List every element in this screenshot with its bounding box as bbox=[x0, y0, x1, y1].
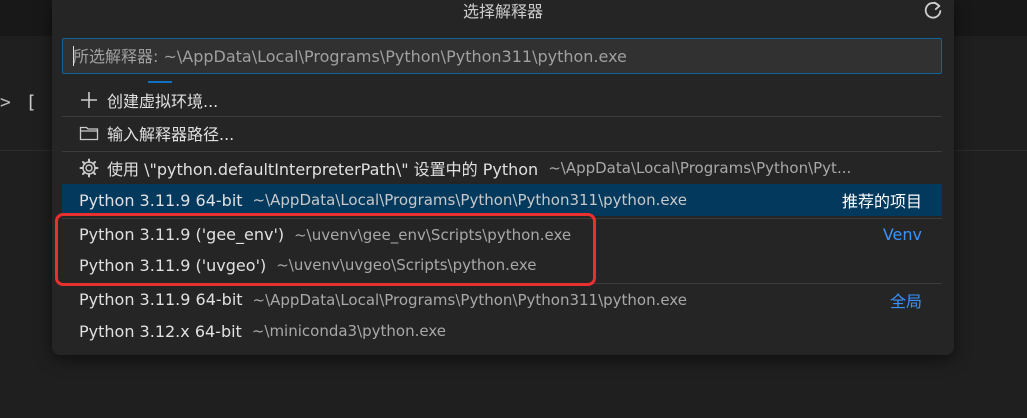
item-description: ~\AppData\Local\Programs\Python\Python31… bbox=[252, 290, 687, 309]
item-label: Python 3.11.9 64-bit bbox=[79, 190, 243, 210]
item-label: 创建虚拟环境... bbox=[107, 92, 219, 111]
item-description: ~\AppData\Local\Programs\Python\Pyt... bbox=[548, 158, 852, 177]
item-description: ~\uvenv\uvgeo\Scripts\python.exe bbox=[276, 256, 537, 274]
plus-icon bbox=[81, 92, 97, 108]
interpreter-item-recommended[interactable]: Python 3.11.9 64-bit ~\AppData\Local\Pro… bbox=[62, 184, 942, 216]
quick-pick-title: 选择解释器 bbox=[462, 2, 543, 21]
interpreter-item-uvgeo[interactable]: Python 3.11.9 ('uvgeo') ~\uvenv\uvgeo\Sc… bbox=[62, 249, 942, 281]
item-label: Python 3.11.9 ('gee_env') bbox=[79, 225, 285, 244]
refresh-icon[interactable] bbox=[922, 0, 944, 22]
item-description: ~\AppData\Local\Programs\Python\Python31… bbox=[252, 191, 687, 209]
default-interpreter-setting-item[interactable]: 使用 \"python.defaultInterpreterPath\" 设置中… bbox=[62, 151, 942, 183]
folder-icon bbox=[79, 126, 99, 140]
item-label: 使用 \"python.defaultInterpreterPath\" 设置中… bbox=[107, 159, 539, 179]
interpreter-quick-pick: 选择解释器 创建虚拟环境... 输入解释器路径... 使用 \"python.d… bbox=[52, 0, 954, 355]
enter-interpreter-path-item[interactable]: 输入解释器路径... bbox=[62, 116, 942, 148]
item-label: Python 3.11.9 64-bit bbox=[79, 290, 243, 309]
item-group-tag: Venv bbox=[882, 225, 922, 244]
interpreter-search-box[interactable] bbox=[62, 38, 942, 74]
item-description: ~\miniconda3\python.exe bbox=[251, 322, 446, 340]
item-label: Python 3.12.x 64-bit bbox=[79, 321, 242, 341]
progress-indicator bbox=[148, 81, 172, 83]
create-venv-item[interactable]: 创建虚拟环境... bbox=[62, 84, 942, 116]
gear-icon bbox=[79, 158, 99, 177]
cell-chevron: > bbox=[0, 92, 13, 113]
item-description: ~\uvenv\gee_env\Scripts\python.exe bbox=[294, 225, 572, 244]
interpreter-item-miniconda[interactable]: Python 3.12.x 64-bit ~\miniconda3\python… bbox=[62, 315, 942, 347]
interpreter-search-input[interactable] bbox=[63, 39, 941, 73]
interpreter-item-gee-env[interactable]: Python 3.11.9 ('gee_env') ~\uvenv\gee_en… bbox=[62, 218, 942, 250]
item-label: Python 3.11.9 ('uvgeo') bbox=[79, 255, 267, 275]
item-label: 输入解释器路径... bbox=[107, 124, 235, 144]
text-caret bbox=[73, 46, 74, 66]
item-group-tag: 推荐的项目 bbox=[841, 192, 922, 211]
item-group-tag: 全局 bbox=[889, 291, 922, 311]
interpreter-item-global[interactable]: Python 3.11.9 64-bit ~\AppData\Local\Pro… bbox=[62, 283, 942, 315]
